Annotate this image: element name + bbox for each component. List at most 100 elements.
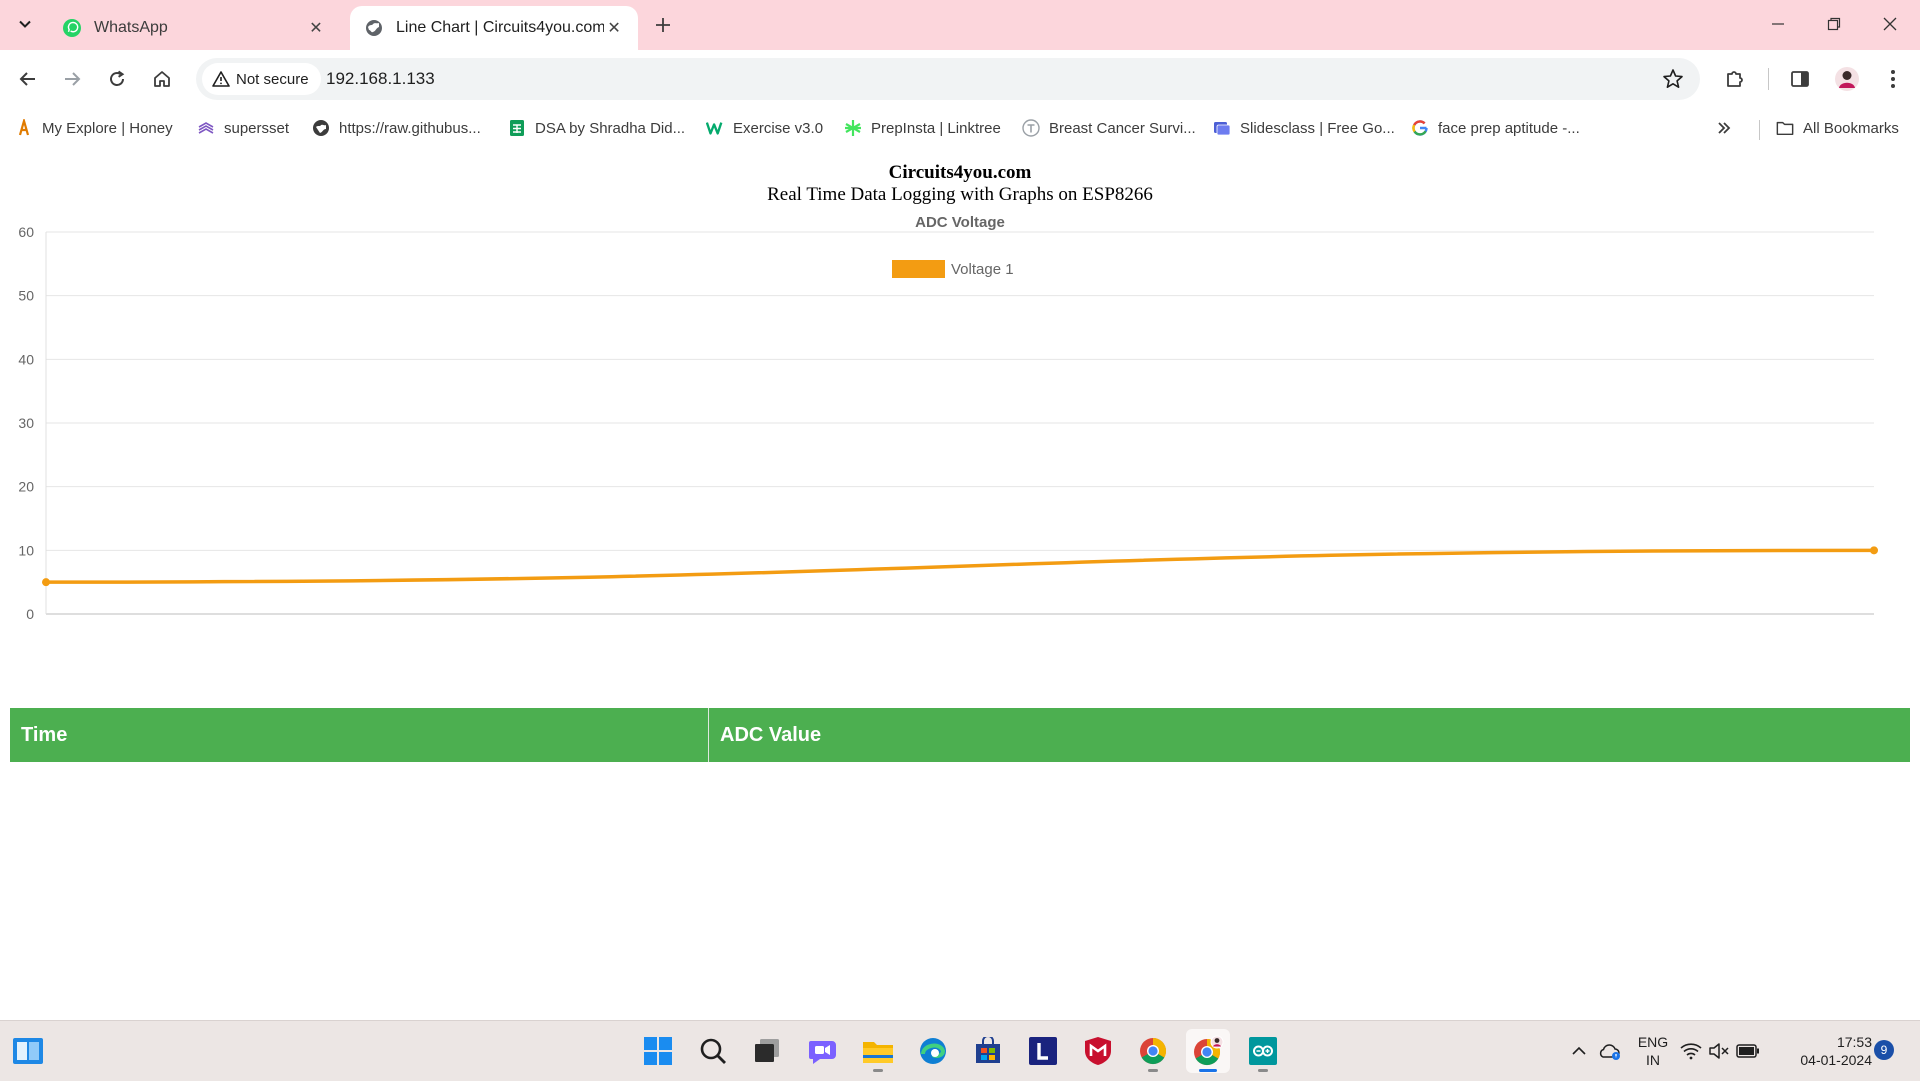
new-tab-button[interactable] <box>650 12 676 38</box>
warning-icon <box>212 71 230 87</box>
file-explorer-button[interactable] <box>856 1029 900 1073</box>
l-app-button[interactable] <box>1021 1029 1065 1073</box>
notification-badge[interactable]: 9 <box>1874 1040 1894 1060</box>
all-bookmarks-label: All Bookmarks <box>1803 119 1899 137</box>
running-indicator <box>873 1069 883 1072</box>
sheets-icon <box>508 119 526 137</box>
chrome-button[interactable] <box>1131 1029 1175 1073</box>
forward-button[interactable] <box>55 62 89 96</box>
puzzle-icon <box>1727 71 1743 87</box>
google-icon <box>1411 119 1429 137</box>
widgets-button[interactable] <box>6 1029 50 1073</box>
task-view-icon <box>755 1039 779 1062</box>
reload-button[interactable] <box>100 62 134 96</box>
tab-whatsapp[interactable]: WhatsApp ✕ <box>48 6 340 50</box>
battery-icon <box>1736 1044 1759 1058</box>
chrome-menu-button[interactable] <box>1876 62 1910 96</box>
running-indicator <box>1148 1069 1158 1072</box>
chevron-down-icon <box>19 20 31 28</box>
tab-line-chart[interactable]: Line Chart | Circuits4you.com ✕ <box>350 6 638 50</box>
bookmarks-divider <box>1759 120 1760 140</box>
language-indicator[interactable]: ENG IN <box>1634 1033 1672 1069</box>
y-tick-label: 10 <box>18 542 34 558</box>
site-info-chip[interactable]: Not secure <box>202 63 321 95</box>
start-button[interactable] <box>636 1029 680 1073</box>
wifi-icon <box>1680 1043 1702 1060</box>
bookmark-breast-cancer[interactable]: Breast Cancer Survi... <box>1022 115 1196 141</box>
all-bookmarks-button[interactable]: All Bookmarks <box>1776 115 1899 141</box>
bookmarks-overflow-button[interactable] <box>1717 115 1731 141</box>
back-button[interactable] <box>11 62 45 96</box>
legend-swatch <box>892 260 945 278</box>
clock[interactable]: 17:53 04-01-2024 <box>1782 1033 1872 1069</box>
address-bar[interactable]: Not secure 192.168.1.133 <box>196 58 1700 100</box>
bookmark-prepinsta[interactable]: PrepInsta | Linktree <box>844 115 1001 141</box>
y-tick-label: 30 <box>18 415 34 431</box>
minimize-icon <box>1772 23 1784 25</box>
extensions-button[interactable] <box>1718 62 1752 96</box>
bookmark-star-icon[interactable] <box>1662 68 1684 90</box>
reload-icon <box>110 70 125 86</box>
side-panel-icon <box>1791 71 1809 87</box>
profile-avatar[interactable] <box>1830 62 1864 96</box>
tab-title: Line Chart | Circuits4you.com <box>396 19 605 36</box>
linktree-icon <box>844 119 862 137</box>
edge-button[interactable] <box>911 1029 955 1073</box>
chart-title: ADC Voltage <box>915 214 1005 231</box>
chart-grid <box>45 231 1874 615</box>
bookmark-dsa[interactable]: DSA by Shradha Did... <box>508 115 685 141</box>
mcafee-button[interactable] <box>1076 1029 1120 1073</box>
tab-search-button[interactable] <box>11 10 39 38</box>
start-icon <box>644 1037 672 1065</box>
globe-icon <box>366 20 382 36</box>
chrome-icon <box>1140 1037 1167 1065</box>
onedrive-tray-button[interactable] <box>1589 1029 1629 1073</box>
search-icon <box>700 1038 726 1064</box>
chrome-profile-button[interactable] <box>1186 1029 1230 1073</box>
bookmark-label: PrepInsta | Linktree <box>871 119 1001 137</box>
running-indicator <box>1258 1069 1268 1072</box>
close-tab-icon[interactable]: ✕ <box>604 18 624 38</box>
widgets-icon <box>13 1038 43 1064</box>
data-point <box>1870 546 1878 555</box>
y-tick-label: 20 <box>18 479 34 495</box>
quick-settings-button[interactable] <box>1676 1029 1764 1073</box>
taskbar-search-button[interactable] <box>691 1029 735 1073</box>
bookmark-label: Slidesclass | Free Go... <box>1240 119 1395 137</box>
table-header-time: Time <box>10 708 709 762</box>
teams-chat-button[interactable] <box>801 1029 845 1073</box>
close-tab-icon[interactable]: ✕ <box>306 18 326 38</box>
bookmark-exercise[interactable]: Exercise v3.0 <box>706 115 823 141</box>
restore-icon <box>1827 17 1841 31</box>
store-icon <box>976 1037 1000 1063</box>
task-view-button[interactable] <box>745 1029 789 1073</box>
table-header-adc-value: ADC Value <box>720 723 822 746</box>
bookmark-label: DSA by Shradha Did... <box>535 119 686 137</box>
home-button[interactable] <box>145 62 179 96</box>
browser-toolbar: Not secure 192.168.1.133 <box>0 50 1920 107</box>
minimize-button[interactable] <box>1758 8 1798 40</box>
side-panel-button[interactable] <box>1783 62 1817 96</box>
security-label: Not secure <box>236 70 309 88</box>
bookmark-label: Breast Cancer Survi... <box>1049 119 1196 137</box>
y-tick-label: 40 <box>18 351 34 367</box>
bookmark-supersset[interactable]: supersset <box>197 115 289 141</box>
close-window-button[interactable] <box>1870 8 1910 40</box>
t-icon <box>1022 119 1040 137</box>
more-vert-icon <box>1891 70 1895 88</box>
w3schools-icon <box>706 119 724 137</box>
github-icon <box>312 119 330 137</box>
clock-time: 17:53 <box>1836 1034 1872 1050</box>
bookmark-slidesclass[interactable]: Slidesclass | Free Go... <box>1213 115 1395 141</box>
bookmark-github-raw[interactable]: https://raw.githubus... <box>312 115 481 141</box>
y-axis: 0 10 20 30 40 50 60 <box>18 224 34 622</box>
bookmark-face-prep[interactable]: face prep aptitude -... <box>1411 115 1580 141</box>
arduino-button[interactable] <box>1241 1029 1285 1073</box>
chevron-up-icon <box>1572 1046 1586 1055</box>
restore-button[interactable] <box>1814 8 1854 40</box>
plus-icon <box>656 18 670 32</box>
url-text[interactable]: 192.168.1.133 <box>326 69 435 89</box>
chart-legend[interactable]: Voltage 1 <box>892 260 1014 278</box>
bookmark-my-explore[interactable]: My Explore | Honey <box>15 115 173 141</box>
store-button[interactable] <box>966 1029 1010 1073</box>
